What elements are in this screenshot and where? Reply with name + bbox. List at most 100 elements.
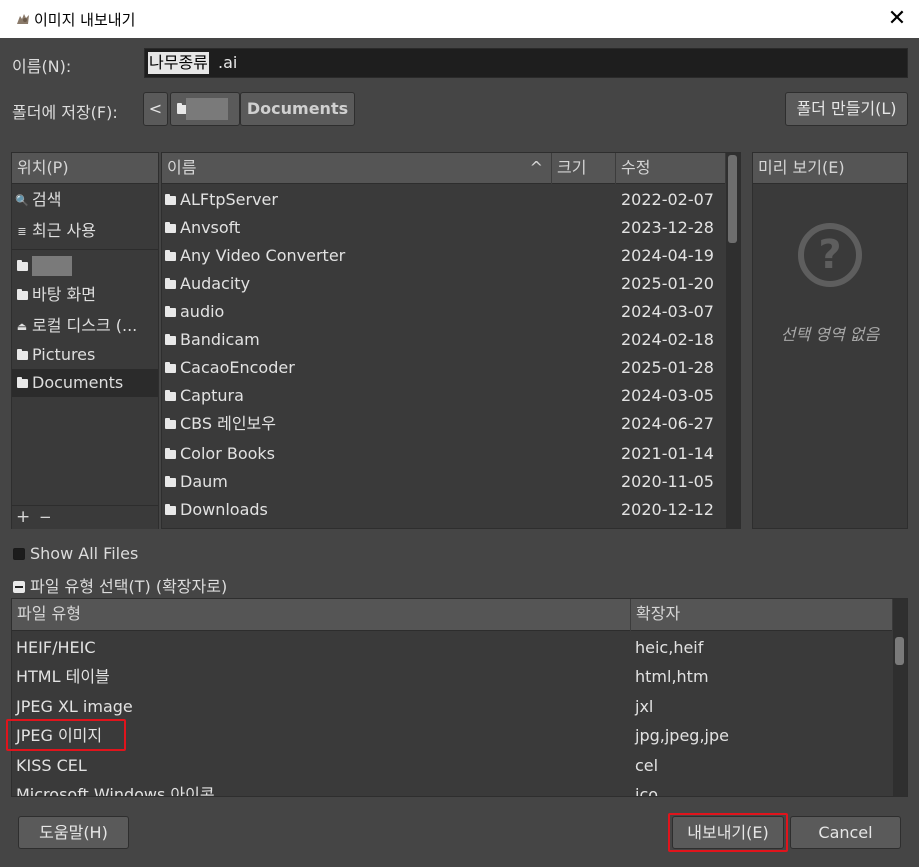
- create-folder-button[interactable]: 폴더 만들기(L): [785, 92, 908, 126]
- filename-input[interactable]: 나무종류 .ai: [144, 48, 908, 78]
- folder-icon: [165, 250, 176, 261]
- add-bookmark-button[interactable]: +: [16, 506, 30, 528]
- file-row[interactable]: Color Books 2021-01-14: [162, 440, 725, 468]
- file-date: 2020-11-05: [621, 472, 714, 491]
- file-date: 2023-12-28: [621, 218, 714, 237]
- file-type-name: Microsoft Windows 아이콘: [16, 785, 215, 797]
- file-name: audio: [180, 302, 225, 321]
- file-row[interactable]: audio 2024-03-07: [162, 298, 725, 326]
- file-type-scrollbar[interactable]: [893, 599, 907, 796]
- place-home[interactable]: [12, 252, 158, 280]
- path-documents-crumb[interactable]: Documents: [240, 92, 355, 126]
- place-label: Pictures: [32, 345, 96, 364]
- file-date: 2020-12-12: [621, 500, 714, 519]
- file-type-name: JPEG XL image: [16, 697, 133, 716]
- file-date: 2024-04-19: [621, 246, 714, 265]
- collapse-icon: [13, 581, 25, 593]
- file-type-table-header: 파일 유형 확장자: [12, 599, 892, 631]
- place-recent[interactable]: ≣ 최근 사용: [12, 217, 158, 245]
- file-type-row[interactable]: Microsoft Windows 아이콘 ico: [12, 780, 892, 797]
- file-date: 2025-01-20: [621, 274, 714, 293]
- home-folder-icon: [17, 260, 28, 271]
- place-local-disk[interactable]: ⏏ 로컬 디스크 (...: [12, 312, 158, 340]
- place-label: 검색: [32, 190, 62, 209]
- filename-extension-text: .ai: [218, 53, 238, 72]
- close-icon[interactable]: ✕: [884, 6, 910, 32]
- place-label: 바탕 화면: [32, 285, 96, 304]
- file-name: CacaoEncoder: [180, 358, 295, 377]
- path-home-crumb[interactable]: [170, 92, 240, 126]
- file-type-extensions: heic,heif: [635, 638, 704, 657]
- expander-label: 파일 유형 선택(T) (확장자로): [30, 577, 228, 596]
- place-desktop[interactable]: 바탕 화면: [12, 281, 158, 309]
- file-type-extensions: ico: [635, 785, 659, 797]
- column-size[interactable]: 크기: [552, 153, 616, 184]
- path-back-button[interactable]: <: [143, 92, 168, 126]
- column-name[interactable]: 이름 ^: [162, 153, 552, 184]
- place-label: Documents: [32, 373, 124, 392]
- scrollbar-thumb[interactable]: [895, 637, 904, 665]
- cancel-button[interactable]: Cancel: [790, 816, 901, 849]
- file-row[interactable]: CacaoEncoder 2025-01-28: [162, 354, 725, 382]
- file-row[interactable]: Captura 2024-03-05: [162, 382, 725, 410]
- drive-icon: ⏏: [16, 320, 28, 333]
- file-row[interactable]: Downloads 2020-12-12: [162, 496, 725, 524]
- file-type-row[interactable]: JPEG XL image jxl: [12, 692, 892, 721]
- save-in-folder-label: 폴더에 저장(F):: [12, 103, 118, 122]
- file-type-name: KISS CEL: [16, 756, 87, 775]
- preview-panel: 미리 보기(E) ? 선택 영역 없음: [752, 152, 908, 529]
- file-type-row[interactable]: HEIF/HEIC heic,heif: [12, 633, 892, 662]
- file-type-name: HTML 테이블: [16, 667, 110, 686]
- file-type-name: HEIF/HEIC: [16, 638, 96, 657]
- file-row[interactable]: Audacity 2025-01-20: [162, 270, 725, 298]
- folder-icon: [165, 448, 176, 459]
- places-header: 위치(P): [12, 153, 158, 184]
- file-row[interactable]: CBS 레인보우 2024-06-27: [162, 410, 725, 438]
- show-all-files-checkbox[interactable]: Show All Files: [13, 544, 138, 563]
- recent-icon: ≣: [17, 225, 27, 238]
- file-row[interactable]: Anvsoft 2023-12-28: [162, 214, 725, 242]
- file-name: Captura: [180, 386, 244, 405]
- places-divider: [12, 249, 158, 250]
- places-footer: + −: [12, 505, 158, 529]
- file-row[interactable]: Bandicam 2024-02-18: [162, 326, 725, 354]
- file-name: Any Video Converter: [180, 246, 346, 265]
- column-file-type[interactable]: 파일 유형: [12, 599, 631, 631]
- file-type-row-jpeg[interactable]: JPEG 이미지 jpg,jpeg,jpe: [12, 721, 892, 750]
- file-date: 2024-06-27: [621, 414, 714, 433]
- remove-bookmark-button[interactable]: −: [39, 506, 52, 528]
- folder-icon: [165, 194, 176, 205]
- file-type-extensions: jpg,jpeg,jpe: [635, 726, 729, 745]
- sort-ascending-icon: ^: [529, 158, 543, 177]
- file-name: Audacity: [180, 274, 251, 293]
- file-row[interactable]: Any Video Converter 2024-04-19: [162, 242, 725, 270]
- place-label: 최근 사용: [32, 221, 96, 240]
- file-row[interactable]: Daum 2020-11-05: [162, 468, 725, 496]
- file-name: Anvsoft: [180, 218, 241, 237]
- help-button[interactable]: 도움말(H): [18, 816, 129, 849]
- gimp-wilber-icon: [14, 10, 32, 28]
- file-name: ALFtpServer: [180, 190, 278, 209]
- file-type-row[interactable]: KISS CEL cel: [12, 751, 892, 780]
- place-documents[interactable]: Documents: [12, 369, 158, 397]
- checkbox-box[interactable]: [13, 548, 25, 560]
- file-row[interactable]: ALFtpServer 2022-02-07: [162, 186, 725, 214]
- file-type-table: 파일 유형 확장자 HEIF/HEIC heic,heif HTML 테이블 htm…: [11, 598, 908, 797]
- scrollbar-thumb[interactable]: [728, 155, 737, 243]
- question-mark-icon: ?: [798, 223, 862, 287]
- file-type-row[interactable]: HTML 테이블 html,htm: [12, 662, 892, 691]
- folder-icon: [165, 504, 176, 515]
- file-type-expander[interactable]: 파일 유형 선택(T) (확장자로): [13, 573, 227, 597]
- column-extension[interactable]: 확장자: [631, 599, 892, 631]
- column-modified[interactable]: 수정: [616, 153, 725, 184]
- file-list-scrollbar[interactable]: [726, 153, 740, 528]
- file-name: Downloads: [180, 500, 268, 519]
- window-title: 이미지 내보내기: [34, 11, 136, 29]
- place-pictures[interactable]: Pictures: [12, 341, 158, 369]
- place-search[interactable]: 🔍 검색: [12, 186, 158, 214]
- export-highlight-box: [668, 813, 788, 852]
- folder-icon: [165, 222, 176, 233]
- file-date: 2021-01-14: [621, 444, 714, 463]
- checkbox-label: Show All Files: [30, 544, 139, 563]
- preview-empty-text: 선택 영역 없음: [780, 325, 880, 344]
